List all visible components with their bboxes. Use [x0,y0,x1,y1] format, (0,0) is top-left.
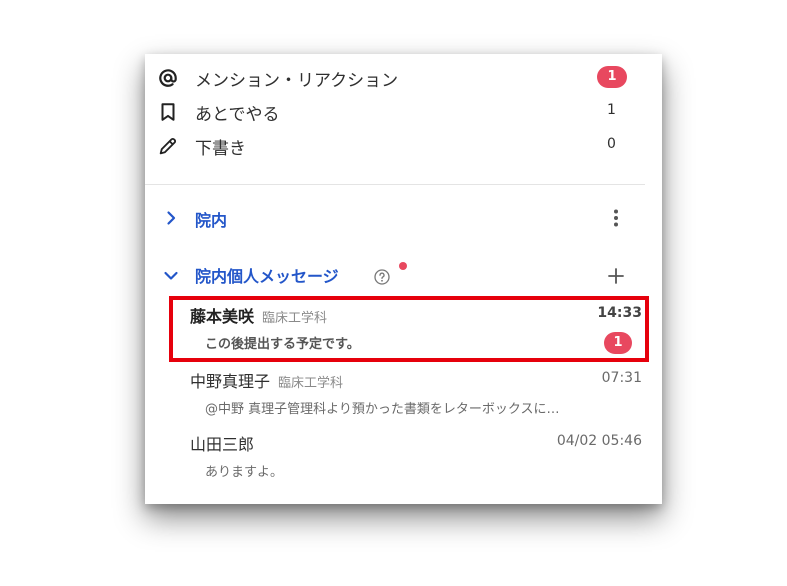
unread-badge: 1 [604,332,632,354]
chevron-right-icon[interactable] [163,210,179,226]
at-icon [157,67,179,89]
contact-dept: 臨床工学科 [262,311,328,326]
divider [145,184,645,185]
help-icon[interactable] [374,269,390,285]
section-innai[interactable]: 院内 [145,200,662,236]
unread-badge: 1 [597,66,627,88]
contact-name-text: 中野真理子 [190,372,271,391]
menu-item-mentions[interactable]: メンション・リアクション 1 [145,60,662,94]
message-time: 14:33 [597,305,642,321]
item-count: 1 [607,102,616,118]
more-options-icon[interactable] [607,208,625,228]
menu-label: 下書き [195,139,246,159]
notification-dot [399,262,407,270]
section-dm[interactable]: 院内個人メッセージ [145,256,662,292]
message-preview: @中野 真理子管理科より預かった書類をレターボックスに… [205,402,560,417]
sidebar-panel: メンション・リアクション 1 あとでやる 1 下書き 0 院内 院内個人メッセー… [145,54,662,504]
contact-name-text: 山田三郎 [190,435,255,454]
bookmark-icon [157,101,179,123]
message-preview: この後提出する予定です。 [205,337,360,352]
menu-label: あとでやる [195,105,280,125]
section-title: 院内 [195,211,228,230]
item-count: 0 [607,136,616,152]
conversation-item[interactable]: 藤本美咲 臨床工学科 14:33 この後提出する予定です。 1 [172,299,652,357]
pencil-icon [157,135,179,157]
message-time: 04/02 05:46 [556,433,642,449]
menu-item-later[interactable]: あとでやる 1 [145,94,662,128]
conversation-item[interactable]: 山田三郎 04/02 05:46 ありますよ。 [172,427,652,485]
contact-name: 藤本美咲 臨床工学科 [190,303,327,327]
menu-label: メンション・リアクション [195,71,399,91]
chevron-down-icon[interactable] [163,268,179,284]
section-title: 院内個人メッセージ [195,267,339,286]
menu-item-drafts[interactable]: 下書き 0 [145,128,662,162]
message-time: 07:31 [601,370,642,386]
contact-name: 中野真理子 臨床工学科 [190,368,343,392]
contact-dept: 臨床工学科 [278,376,344,391]
contact-name: 山田三郎 [190,431,254,455]
contact-name-text: 藤本美咲 [190,307,255,326]
plus-icon[interactable] [607,267,625,285]
conversation-item[interactable]: 中野真理子 臨床工学科 07:31 @中野 真理子管理科より預かった書類をレターボ… [172,364,652,422]
message-preview: ありますよ。 [205,465,284,480]
